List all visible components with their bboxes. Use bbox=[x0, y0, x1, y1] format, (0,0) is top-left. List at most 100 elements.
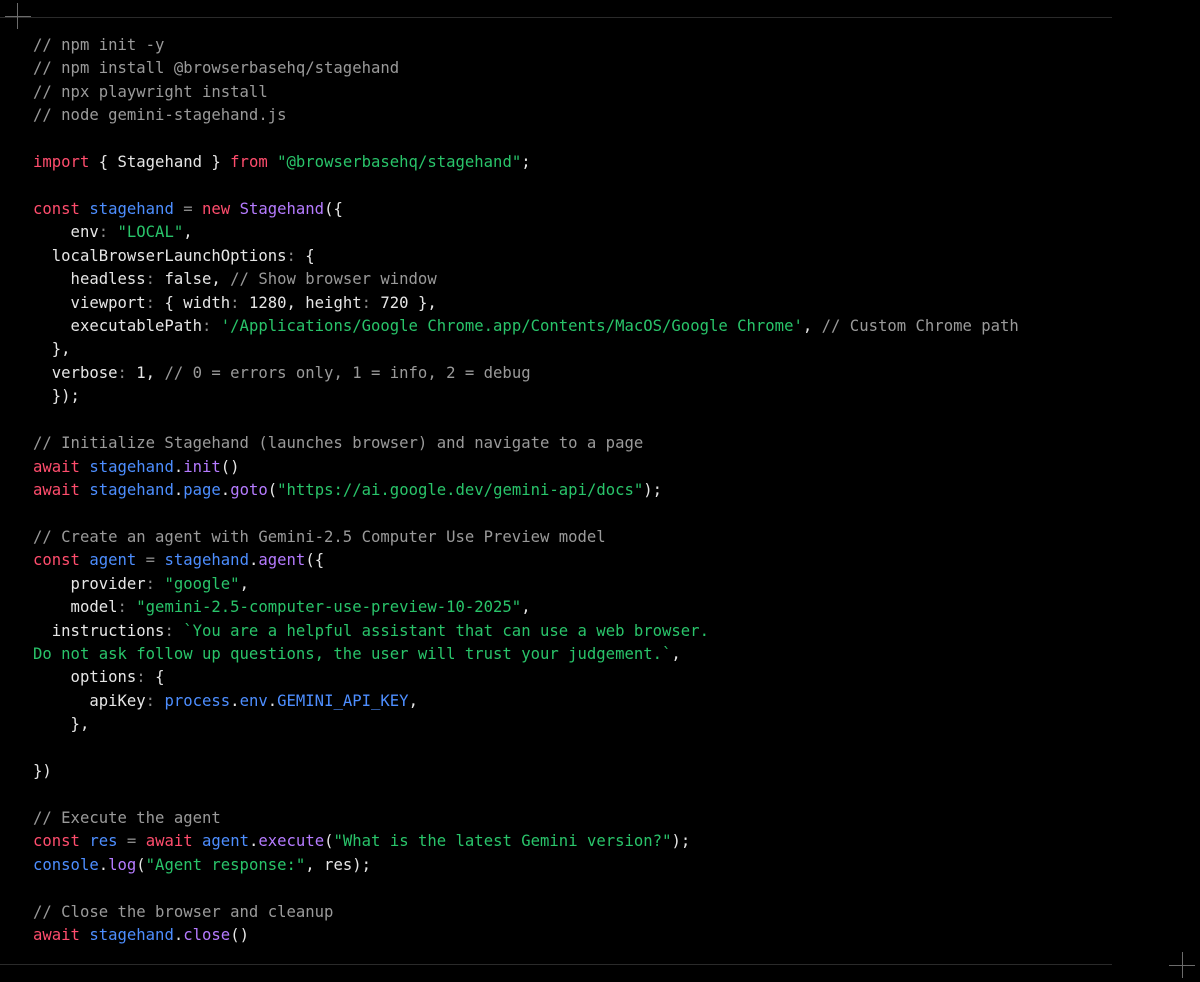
code-token-plain: , bbox=[521, 598, 531, 617]
code-line: const res = await agent.execute("What is… bbox=[33, 830, 1019, 853]
code-token-plain: . bbox=[173, 481, 184, 500]
code-token-punct: : bbox=[202, 317, 221, 336]
code-token-comment: // npx playwright install bbox=[33, 82, 268, 101]
code-token-identifier: stagehand bbox=[89, 481, 174, 500]
code-token-plain: apiKey bbox=[33, 691, 146, 710]
code-token-punct: : bbox=[117, 598, 137, 617]
code-line: model: "gemini-2.5-computer-use-preview-… bbox=[33, 596, 1019, 619]
code-token-plain: ; bbox=[521, 153, 531, 172]
top-left-crosshair-v bbox=[17, 3, 18, 29]
code-token-comment: // Initialize Stagehand (launches browse… bbox=[33, 434, 644, 453]
code-token-keyword: new bbox=[202, 199, 231, 218]
code-line: verbose: 1, // 0 = errors only, 1 = info… bbox=[33, 362, 1019, 385]
code-line: const stagehand = new Stagehand({ bbox=[33, 198, 1019, 221]
code-token-string: "LOCAL" bbox=[117, 223, 184, 242]
code-token-plain: . bbox=[267, 691, 278, 710]
code-token-punct: : bbox=[117, 363, 137, 382]
code-token-identifier: GEMINI_API_KEY bbox=[277, 691, 409, 710]
code-line: import { Stagehand } from "@browserbaseh… bbox=[33, 151, 1019, 174]
code-line: // node gemini-stagehand.js bbox=[33, 104, 1019, 127]
code-line: // Initialize Stagehand (launches browse… bbox=[33, 432, 1019, 455]
code-line: // Create an agent with Gemini-2.5 Compu… bbox=[33, 526, 1019, 549]
code-line: options: { bbox=[33, 666, 1019, 689]
code-token-keyword: await bbox=[145, 832, 193, 851]
code-line: provider: "google", bbox=[33, 573, 1019, 596]
code-token-string: `You are a helpful assistant that can us… bbox=[183, 621, 709, 640]
code-token-plain: , bbox=[183, 223, 193, 242]
code-token-plain: ( bbox=[267, 481, 278, 500]
code-line: const agent = stagehand.agent({ bbox=[33, 549, 1019, 572]
code-token-keyword: import bbox=[33, 153, 90, 172]
code-token-identifier: stagehand bbox=[89, 926, 174, 945]
code-line: // Execute the agent bbox=[33, 807, 1019, 830]
bottom-right-crosshair-v bbox=[1182, 952, 1183, 978]
code-token-plain: instructions bbox=[33, 621, 165, 640]
code-token-class: log bbox=[108, 855, 137, 874]
code-line: await stagehand.init() bbox=[33, 456, 1019, 479]
top-border-line bbox=[0, 17, 1112, 18]
code-token-punct: : bbox=[136, 668, 156, 687]
code-token-plain: { Stagehand } bbox=[89, 153, 231, 172]
code-token-comment: // Show browser window bbox=[230, 270, 437, 289]
code-token-plain: . bbox=[230, 691, 240, 710]
top-left-crosshair-h bbox=[5, 16, 31, 17]
code-line: headless: false, // Show browser window bbox=[33, 268, 1019, 291]
code-token-class: execute bbox=[258, 832, 325, 851]
code-token-punct: = bbox=[136, 551, 165, 570]
code-token-identifier: console bbox=[33, 855, 99, 874]
code-token-comment: // 0 = errors only, 1 = info, 2 = debug bbox=[164, 363, 531, 382]
code-token-plain: localBrowserLaunchOptions bbox=[33, 246, 287, 265]
code-line: await stagehand.close() bbox=[33, 924, 1019, 947]
code-token-identifier: stagehand bbox=[89, 457, 174, 476]
code-token-identifier: stagehand bbox=[89, 199, 174, 218]
code-token-plain: verbose bbox=[33, 363, 118, 382]
code-line: localBrowserLaunchOptions: { bbox=[33, 245, 1019, 268]
code-token-plain: , bbox=[239, 574, 249, 593]
code-token-comment: // Execute the agent bbox=[33, 808, 221, 827]
code-token-class: agent bbox=[258, 551, 306, 570]
code-token-plain: . bbox=[173, 926, 184, 945]
code-token-plain: ); bbox=[643, 481, 663, 500]
code-line: // npx playwright install bbox=[33, 81, 1019, 104]
code-token-plain: , res); bbox=[305, 855, 371, 874]
code-token-plain: }); bbox=[33, 387, 80, 406]
code-token-punct: = bbox=[173, 199, 203, 218]
code-token-keyword: from bbox=[230, 153, 268, 172]
code-token-keyword: const bbox=[33, 551, 80, 570]
code-line: // Close the browser and cleanup bbox=[33, 901, 1019, 924]
code-line: }); bbox=[33, 385, 1019, 408]
code-line: Do not ask follow up questions, the user… bbox=[33, 643, 1019, 666]
code-token-string: "@browserbasehq/stagehand" bbox=[277, 153, 522, 172]
code-token-plain: . bbox=[220, 481, 231, 500]
code-token-punct: = bbox=[117, 832, 146, 851]
code-token-plain: env bbox=[33, 223, 99, 242]
code-line: }) bbox=[33, 760, 1019, 783]
code-token-plain: model bbox=[33, 598, 118, 617]
code-token-punct: : bbox=[286, 246, 306, 265]
code-line: await stagehand.page.goto("https://ai.go… bbox=[33, 479, 1019, 502]
code-token-comment: // npm install @browserbasehq/stagehand bbox=[33, 59, 400, 78]
code-token-plain: () bbox=[230, 926, 249, 945]
code-token-class: Stagehand bbox=[239, 199, 325, 218]
code-token-plain: viewport bbox=[33, 293, 146, 312]
code-block[interactable]: // npm init -y // npm install @browserbas… bbox=[33, 34, 1019, 947]
code-token-plain: { bbox=[155, 668, 165, 687]
code-token-punct: : bbox=[145, 270, 165, 289]
code-token-keyword: await bbox=[33, 481, 80, 500]
code-token-string: "https://ai.google.dev/gemini-api/docs" bbox=[277, 481, 644, 500]
code-token-punct: : bbox=[230, 293, 249, 312]
code-token-identifier: process bbox=[164, 691, 231, 710]
code-token-plain: ); bbox=[671, 832, 691, 851]
code-token-string: Do not ask follow up questions, the user… bbox=[33, 644, 672, 663]
code-token-plain: () bbox=[220, 457, 240, 476]
